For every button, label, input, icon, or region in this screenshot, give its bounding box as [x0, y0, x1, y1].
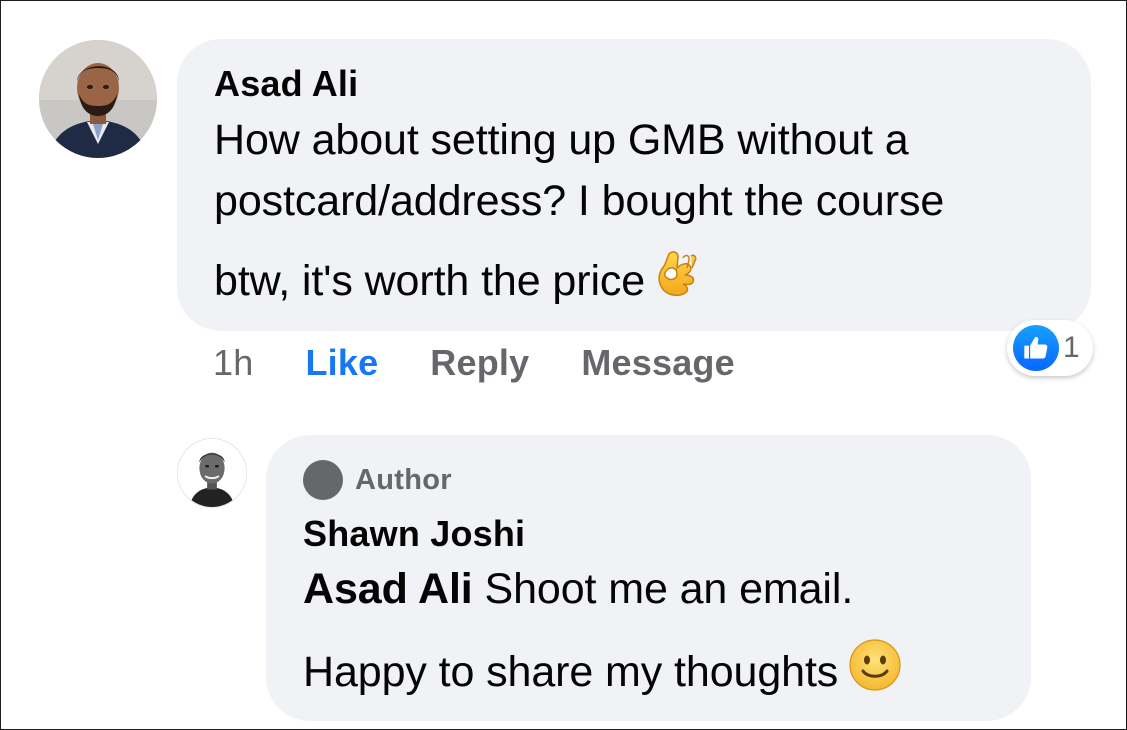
comment-text-line: How about setting up GMB without a: [214, 116, 909, 164]
reply-text-last: Happy to share my thoughts: [303, 647, 839, 696]
avatar[interactable]: [177, 438, 247, 508]
comment-bubble: Asad Ali How about setting up GMB withou…: [177, 39, 1091, 331]
author-badge-icon: [303, 460, 343, 500]
reply-text: Shoot me an email.: [472, 565, 854, 613]
comment-text-last: btw, it's worth the price: [214, 256, 646, 305]
message-button[interactable]: Message: [581, 342, 735, 384]
reply-text-line: Asad Ali Shoot me an email.: [303, 565, 853, 614]
profile-photo-shawn-joshi: [178, 439, 246, 507]
reply-author-name[interactable]: Shawn Joshi: [303, 513, 525, 555]
ok-hand-emoji-icon: [655, 248, 703, 311]
reaction-count: 1: [1063, 331, 1080, 364]
comment-actions: 1h Like Reply Message: [213, 341, 787, 385]
comment-text-line: btw, it's worth the price: [214, 251, 703, 315]
slightly-smiling-face-emoji-icon: [848, 638, 902, 703]
reply-button[interactable]: Reply: [430, 342, 529, 384]
author-badge-label: Author: [355, 463, 452, 496]
reply-text-line: Happy to share my thoughts: [303, 639, 902, 707]
mention-link[interactable]: Asad Ali: [303, 565, 473, 613]
comment-thread: Asad Ali How about setting up GMB withou…: [0, 0, 1127, 730]
reactions-pill[interactable]: 1: [1007, 320, 1093, 376]
author-badge: Author: [303, 460, 452, 500]
avatar[interactable]: [39, 40, 157, 158]
comment-text-line: postcard/address? I bought the course: [214, 177, 945, 225]
reply-bubble: Author Shawn Joshi Asad Ali Shoot me an …: [266, 435, 1031, 721]
like-button[interactable]: Like: [305, 342, 378, 384]
profile-photo-asad-ali: [39, 40, 157, 158]
comment-timestamp[interactable]: 1h: [213, 342, 253, 384]
like-reaction-icon: [1013, 325, 1059, 371]
comment-author-name[interactable]: Asad Ali: [214, 63, 358, 105]
